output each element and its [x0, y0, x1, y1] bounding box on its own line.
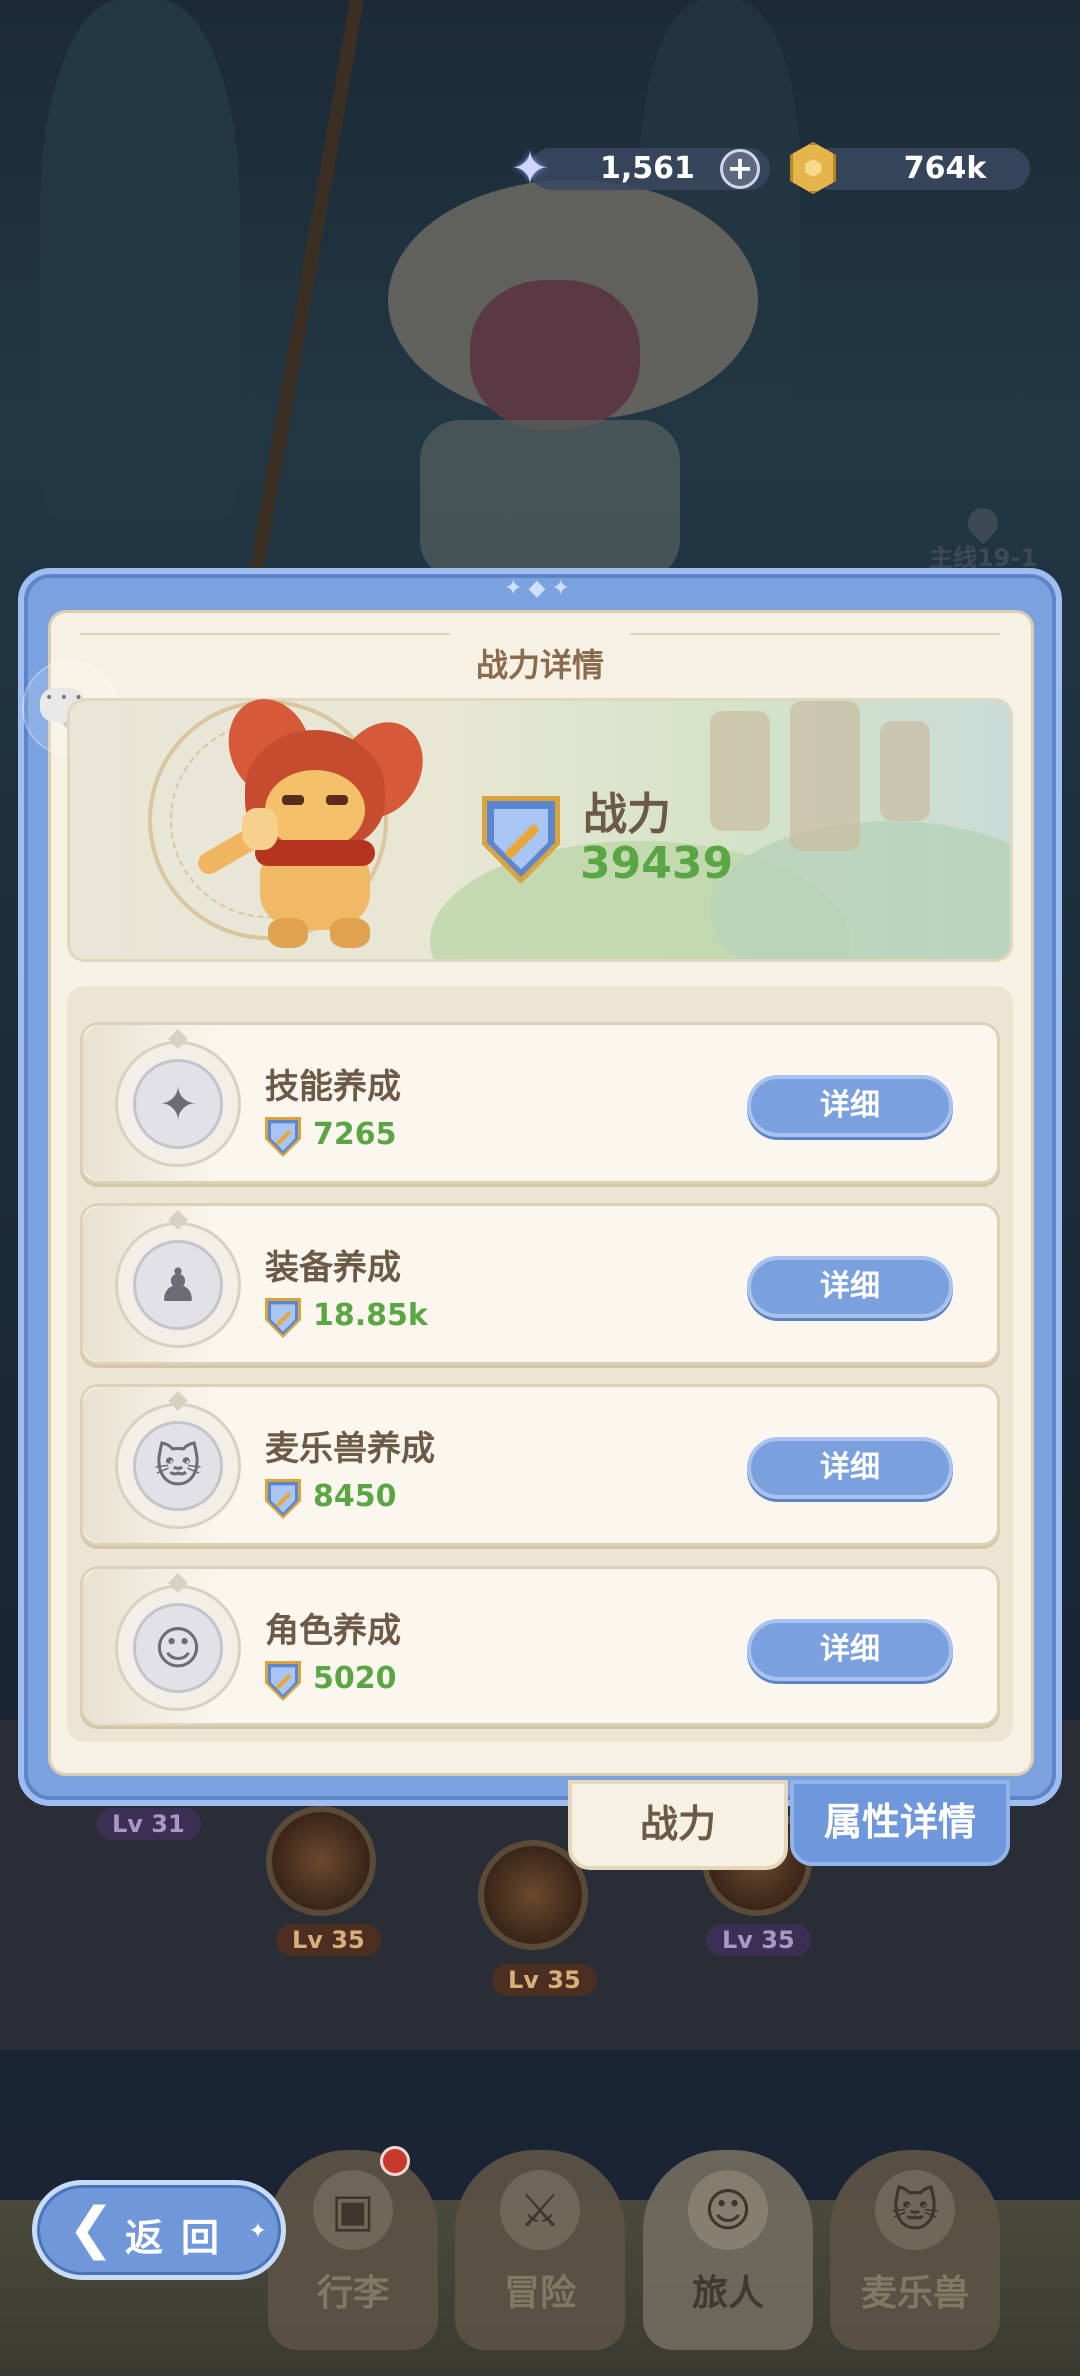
back-button[interactable]: ❮ 返回 ✦	[32, 2180, 286, 2280]
back-arrow-icon: ❮	[67, 2196, 115, 2261]
banner-rock	[790, 701, 860, 851]
panel-top-ornament: ✦◆✦	[504, 576, 576, 601]
detail-button[interactable]: 详细	[747, 1619, 953, 1681]
background-staff	[242, 0, 364, 612]
row-title: 麦乐兽养成	[265, 1429, 435, 1469]
power-shield-icon	[265, 1117, 301, 1157]
power-shield-icon	[482, 796, 560, 884]
row-power-value: 18.85k	[313, 1298, 428, 1333]
nav-luggage[interactable]: ▣ 行李	[268, 2150, 438, 2350]
row-power-value: 7265	[313, 1117, 397, 1152]
add-gems-button[interactable]: +	[720, 149, 760, 189]
row-title: 装备养成	[265, 1248, 401, 1288]
crossed-swords-icon: ⚔	[500, 2170, 580, 2250]
background-level-badge: Lv 35	[276, 1924, 381, 1956]
beast-face-icon: 🐱	[115, 1403, 241, 1529]
row-power-value: 5020	[313, 1661, 397, 1696]
detail-button[interactable]: 详细	[747, 1437, 953, 1499]
list-item: ✦ 技能养成 7265 详细	[80, 1022, 1000, 1184]
background-character-face	[470, 280, 640, 430]
row-title: 技能养成	[265, 1067, 401, 1107]
background-level-badge: Lv 35	[706, 1924, 811, 1956]
tab-attribute-details[interactable]: 属性详情	[790, 1780, 1010, 1866]
equipment-figure-icon: ♟	[115, 1222, 241, 1348]
panel-title: 战力详情	[475, 646, 604, 684]
nav-adventure[interactable]: ⚔ 冒险	[455, 2150, 625, 2350]
row-power-value: 8450	[313, 1479, 397, 1514]
back-label: 返回	[125, 2216, 238, 2260]
list-item: ☺ 角色养成 5020 详细	[80, 1566, 1000, 1726]
banner-rock	[710, 711, 770, 831]
notification-badge	[380, 2146, 410, 2176]
nav-traveler[interactable]: ☺ 旅人	[643, 2150, 813, 2350]
map-pin-icon	[961, 501, 1005, 545]
detail-button[interactable]: 详细	[747, 1075, 953, 1137]
list-item: 🐱 麦乐兽养成 8450 详细	[80, 1384, 1000, 1546]
beast-icon: 🐱	[875, 2170, 955, 2250]
power-shield-icon	[265, 1479, 301, 1519]
title-divider	[80, 633, 450, 635]
title-divider	[630, 633, 1000, 635]
nav-beast[interactable]: 🐱 麦乐兽	[830, 2150, 1000, 2350]
gem-count: 1,561	[600, 151, 695, 186]
background-tree	[40, 0, 240, 520]
power-shield-icon	[265, 1661, 301, 1701]
character-hair-icon: ☺	[115, 1585, 241, 1711]
background-level-badge: Lv 35	[492, 1964, 597, 1996]
background-character-body	[420, 420, 680, 580]
list-item: ♟ 装备养成 18.85k 详细	[80, 1203, 1000, 1365]
banner-hill	[710, 821, 1010, 959]
back-sparkle-icon: ✦	[248, 2219, 267, 2244]
power-label: 战力	[583, 789, 671, 840]
banner-rock	[880, 721, 930, 821]
moon-star-icon: ✦	[115, 1041, 241, 1167]
background-level-badge: Lv 31	[96, 1808, 201, 1840]
power-shield-icon	[265, 1298, 301, 1338]
luggage-icon: ▣	[313, 2170, 393, 2250]
gem-currency: ✦ 1,561 +	[511, 145, 770, 191]
stage-location-badge: 主线19-1	[918, 501, 1048, 572]
star-gem-icon: ✦	[510, 141, 550, 195]
gold-currency: 764k	[790, 142, 1030, 194]
detail-button[interactable]: 详细	[747, 1256, 953, 1318]
fox-mascot-image	[190, 687, 450, 970]
traveler-avatar-icon: ☺	[688, 2170, 768, 2250]
tab-power[interactable]: 战力	[568, 1780, 788, 1870]
gold-count: 764k	[903, 151, 987, 186]
background-skill-orb	[266, 1806, 376, 1916]
power-value: 39439	[580, 838, 734, 889]
row-title: 角色养成	[265, 1611, 401, 1651]
